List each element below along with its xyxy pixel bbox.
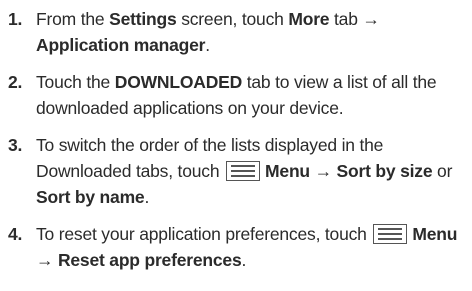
step-text: From the [36, 9, 110, 29]
step-4: 4. To reset your application preferences… [4, 221, 470, 273]
step-text: . [241, 250, 247, 270]
step-text: . [144, 187, 150, 207]
instruction-steps: 1. From the Settings screen, touch More … [4, 6, 470, 273]
step-bold-text: Settings [109, 9, 177, 29]
step-bold-text: → Reset app preferences [36, 250, 242, 270]
menu-icon [373, 224, 408, 244]
step-number: 3. [8, 135, 23, 155]
step-2: 2. Touch the DOWNLOADED tab to view a li… [4, 69, 470, 121]
step-text: screen, touch [176, 9, 289, 29]
step-text: or [432, 161, 453, 181]
menu-icon [226, 161, 261, 181]
step-text: . [205, 35, 210, 55]
step-text: tab [329, 9, 363, 29]
step-bold-text: More [288, 9, 330, 29]
step-text: Touch the [36, 72, 115, 92]
step-bold-text: Menu [412, 224, 458, 244]
step-1: 1. From the Settings screen, touch More … [4, 6, 470, 58]
step-text: To reset your application preferences, t… [36, 224, 372, 244]
step-3: 3. To switch the order of the lists disp… [4, 132, 470, 210]
step-bold-text: Sort by name [36, 187, 145, 207]
step-number: 1. [8, 9, 23, 29]
step-number: 2. [8, 72, 23, 92]
step-number: 4. [8, 224, 23, 244]
arrow-text: → [362, 9, 380, 29]
step-bold-text: Application manager [36, 35, 206, 55]
step-bold-text: DOWNLOADED [114, 72, 243, 92]
step-bold-text: Menu → Sort by size [265, 161, 433, 181]
